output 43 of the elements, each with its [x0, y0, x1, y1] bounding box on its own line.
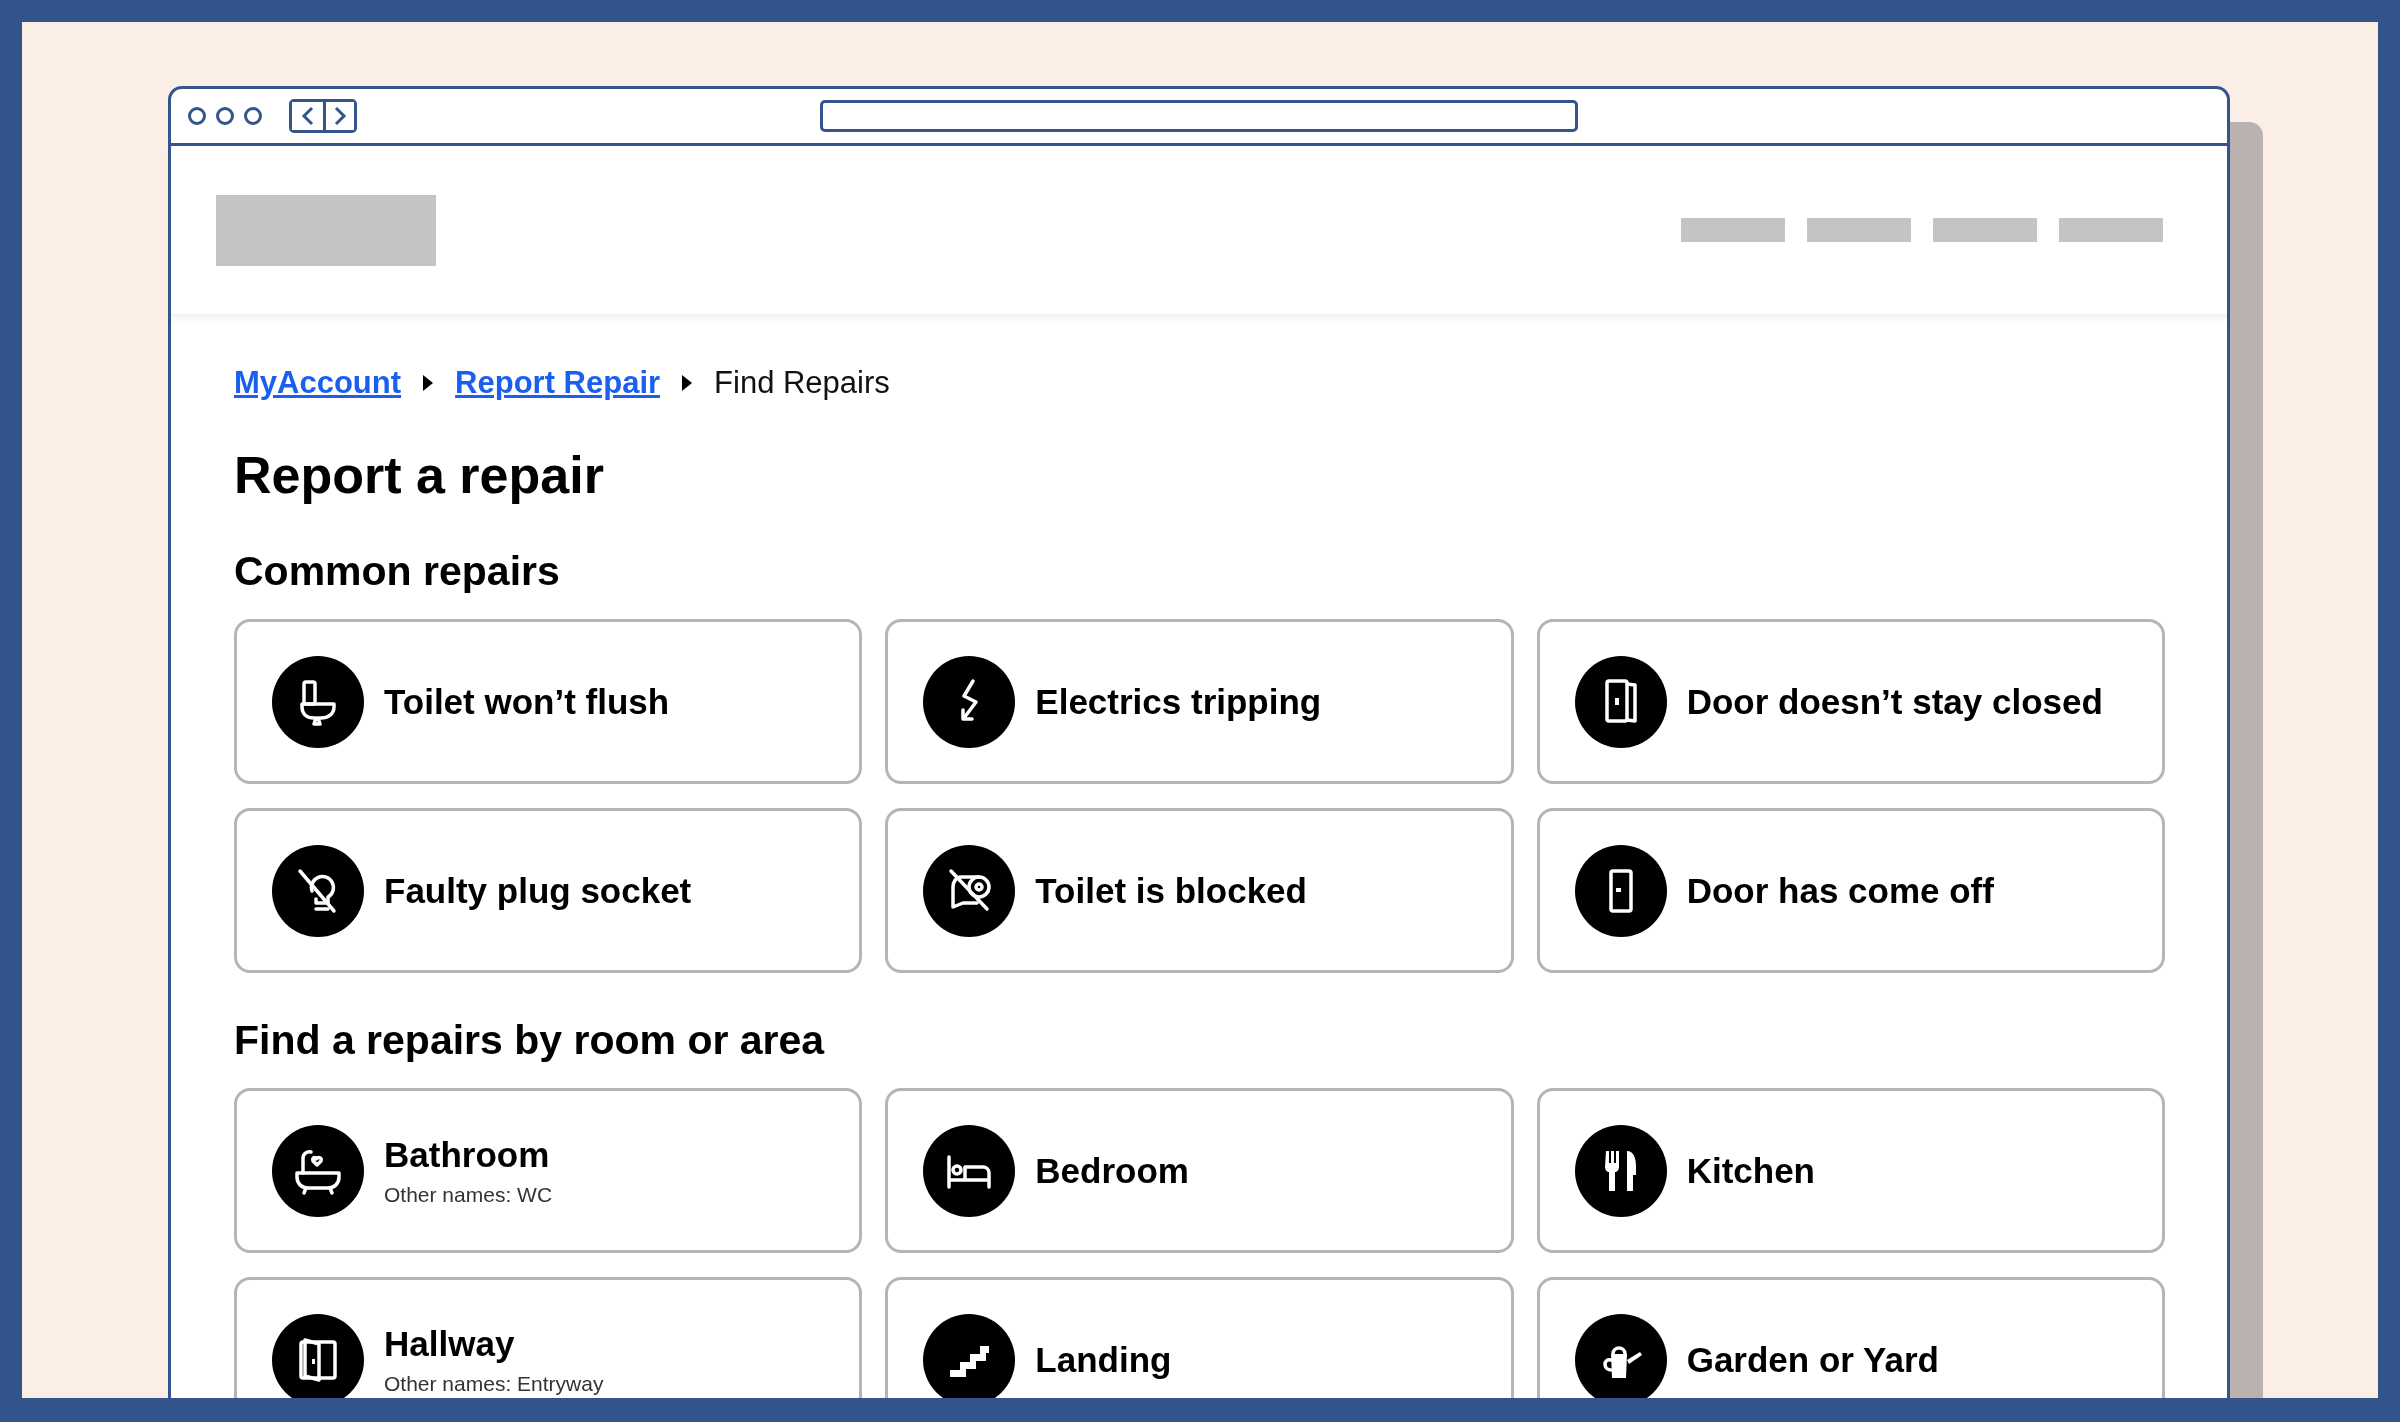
bathtub-icon [272, 1124, 364, 1217]
door-icon [1574, 655, 1667, 748]
repair-card[interactable]: Hallway Other names: Entryway [234, 1277, 863, 1398]
repair-card[interactable]: Bedroom [885, 1088, 1514, 1253]
card-subtitle: Other names: WC [384, 1182, 553, 1207]
address-bar[interactable] [820, 100, 1578, 132]
caret-icon [423, 375, 434, 391]
breadcrumb-link[interactable]: Report Repair [455, 365, 661, 401]
lightning-icon [923, 655, 1016, 748]
card-subtitle: Other names: Entryway [384, 1371, 604, 1396]
toilet-icon [272, 655, 364, 748]
repair-card[interactable]: Faulty plug socket [234, 808, 863, 973]
repair-card[interactable]: Toilet won’t flush [234, 619, 863, 784]
bed-icon [923, 1124, 1016, 1217]
window-control-button[interactable] [244, 107, 262, 125]
chevron-right-icon [333, 106, 347, 126]
chevron-left-icon [300, 106, 315, 126]
forward-button[interactable] [323, 102, 354, 130]
breadcrumb-current: Find Repairs [714, 365, 890, 401]
page-title: Report a repair [234, 445, 605, 506]
door-icon [272, 1313, 364, 1398]
breadcrumb-link[interactable]: MyAccount [234, 365, 402, 401]
repair-card[interactable]: Landing [885, 1277, 1514, 1398]
repair-card[interactable]: Garden or Yard [1536, 1277, 2165, 1398]
repair-card[interactable]: Door doesn’t stay closed [1536, 619, 2165, 784]
section-heading: Find a repairs by room or area [234, 1016, 826, 1065]
card-title: Hallway [384, 1323, 516, 1364]
repair-card[interactable]: Electrics tripping [885, 619, 1514, 784]
repair-card[interactable]: Kitchen [1536, 1088, 2165, 1253]
window-control-button[interactable] [188, 107, 206, 125]
stairs-icon [923, 1313, 1016, 1398]
card-title: Bathroom [384, 1134, 551, 1175]
bulb-off-icon [272, 844, 364, 937]
window-control-button[interactable] [216, 107, 234, 125]
repair-card[interactable]: Toilet is blocked [885, 808, 1514, 973]
caret-icon [682, 375, 693, 391]
repair-card[interactable]: Door has come off [1536, 808, 2165, 973]
cutlery-icon [1574, 1124, 1667, 1217]
watering-can-icon [1574, 1313, 1667, 1398]
repair-card[interactable]: Bathroom Other names: WC [234, 1088, 863, 1253]
door-icon [1574, 844, 1667, 937]
toilet-paper-off-icon [923, 844, 1016, 937]
section-heading: Common repairs [234, 547, 561, 596]
